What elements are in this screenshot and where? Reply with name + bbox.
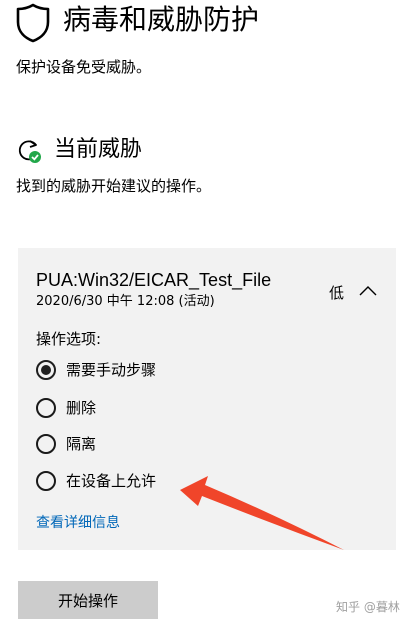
severity-label: 低 — [329, 284, 345, 302]
option-quarantine[interactable]: 隔离 — [36, 430, 96, 458]
radio-quarantine[interactable] — [36, 434, 56, 454]
option-label: 在设备上允许 — [66, 472, 157, 490]
radio-manual-steps[interactable] — [36, 360, 56, 380]
page-title: 病毒和威胁防护 — [63, 3, 260, 36]
chevron-up-icon[interactable] — [358, 284, 378, 298]
annotation-arrow — [180, 476, 344, 550]
option-manual-steps[interactable]: 需要手动步骤 — [36, 356, 156, 384]
shield-icon — [16, 3, 50, 43]
threat-name: PUA:Win32/EICAR_Test_File — [36, 270, 272, 290]
action-options-label: 操作选项: — [36, 330, 102, 348]
watermark: 知乎 @暮林 — [336, 600, 400, 614]
refresh-check-icon — [18, 140, 41, 163]
option-allow-on-device[interactable]: 在设备上允许 — [36, 467, 156, 495]
start-action-button[interactable]: 开始操作 — [18, 581, 158, 619]
option-label: 删除 — [66, 399, 97, 417]
threat-date: 2020/6/30 中午 12:08 (活动) — [36, 294, 215, 309]
page-subtitle: 保护设备免受威胁。 — [16, 58, 152, 76]
option-label: 需要手动步骤 — [66, 361, 157, 379]
radio-allow-on-device[interactable] — [36, 471, 56, 491]
section-title: 当前威胁 — [54, 137, 143, 162]
see-details-link[interactable]: 查看详细信息 — [36, 512, 120, 534]
section-description: 找到的威胁开始建议的操作。 — [16, 177, 212, 195]
option-remove[interactable]: 删除 — [36, 394, 96, 422]
radio-remove[interactable] — [36, 398, 56, 418]
option-label: 隔离 — [66, 435, 97, 453]
